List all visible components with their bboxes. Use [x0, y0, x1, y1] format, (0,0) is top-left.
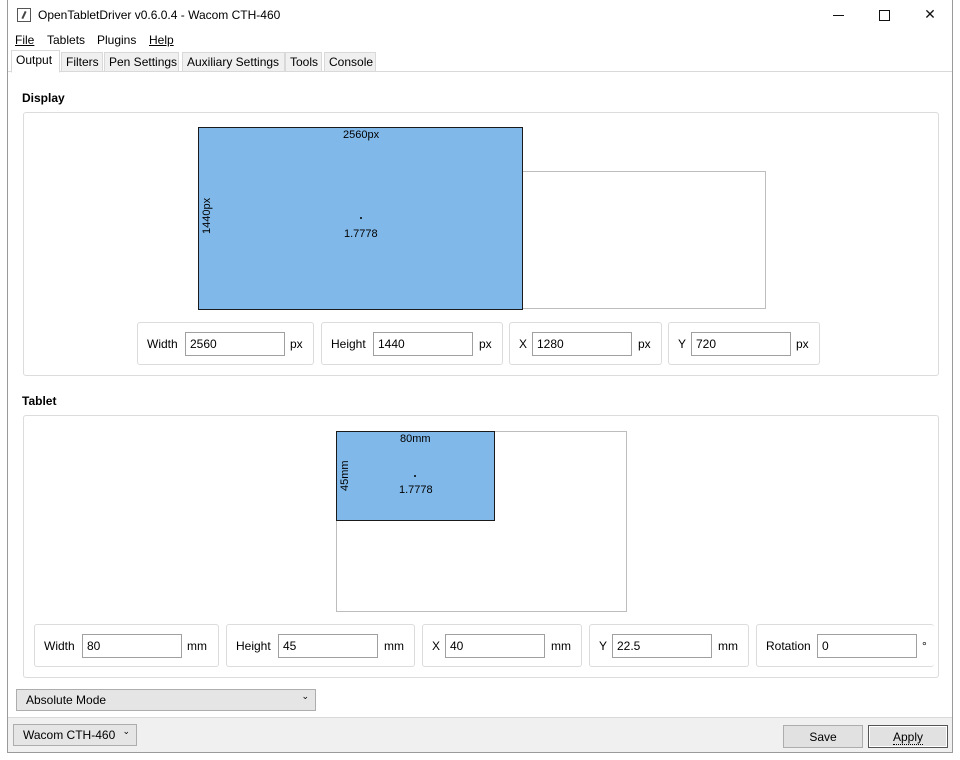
app-icon	[17, 8, 31, 22]
tablet-height-box: Height mm	[226, 624, 415, 667]
display-x-input[interactable]	[532, 332, 632, 356]
tablet-y-box: Y mm	[589, 624, 749, 667]
tablet-y-input[interactable]	[612, 634, 712, 658]
display-area-height-label: 1440px	[201, 197, 213, 234]
display-area-selection[interactable]: 2560px 1440px 1.7778	[198, 127, 523, 310]
bottom-bar: Wacom CTH-460 ⌄ Save Apply	[8, 717, 952, 752]
tablet-width-unit: mm	[187, 639, 207, 653]
apply-button[interactable]: Apply	[868, 725, 948, 748]
tab-strip: Output Filters Pen Settings Auxiliary Se…	[8, 50, 952, 73]
tablet-select-value: Wacom CTH-460	[23, 728, 116, 742]
display-width-box: Width px	[137, 322, 314, 365]
display-height-box: Height px	[321, 322, 503, 365]
display-y-box: Y px	[668, 322, 820, 365]
tablet-area-center-dot	[414, 475, 416, 477]
output-mode-value: Absolute Mode	[26, 693, 107, 707]
tablet-rotation-box: Rotation °	[756, 624, 934, 667]
save-button[interactable]: Save	[783, 725, 863, 748]
tablet-y-label: Y	[599, 639, 608, 653]
tablet-area-ratio: 1.7778	[399, 484, 433, 496]
tablet-width-box: Width mm	[34, 624, 219, 667]
menu-file[interactable]: File	[15, 33, 34, 47]
tablet-x-input[interactable]	[445, 634, 545, 658]
tablet-rotation-input[interactable]	[817, 634, 917, 658]
display-width-input[interactable]	[185, 332, 285, 356]
apply-button-label: Apply	[892, 730, 924, 745]
tablet-y-unit: mm	[718, 639, 738, 653]
chevron-down-icon: ⌄	[122, 727, 130, 737]
display-y-label: Y	[678, 337, 687, 351]
output-mode-select[interactable]: Absolute Mode ⌄	[16, 689, 316, 711]
display-height-input[interactable]	[373, 332, 473, 356]
tablet-height-input[interactable]	[278, 634, 378, 658]
save-button-label: Save	[809, 730, 837, 744]
display-y-input[interactable]	[691, 332, 791, 356]
tablet-area-group: 80mm 45mm 1.7778 Width mm Height mm X mm…	[23, 415, 939, 678]
menu-tablets[interactable]: Tablets	[47, 33, 85, 47]
tab-auxiliary-settings[interactable]: Auxiliary Settings	[182, 52, 285, 72]
tab-tools[interactable]: Tools	[285, 52, 322, 72]
display-width-unit: px	[290, 337, 303, 351]
menu-plugins[interactable]: Plugins	[97, 33, 136, 47]
tablet-rotation-unit: °	[922, 639, 927, 653]
display-area-ratio: 1.7778	[344, 228, 378, 240]
tablet-area-selection[interactable]: 80mm 45mm 1.7778	[336, 431, 495, 521]
tablet-x-unit: mm	[551, 639, 571, 653]
tablet-width-label: Width	[44, 639, 75, 653]
display-area-width-label: 2560px	[343, 129, 380, 141]
tablet-x-box: X mm	[422, 624, 582, 667]
minimize-button[interactable]	[815, 0, 861, 30]
maximize-icon	[878, 9, 890, 21]
menu-bar: File Tablets Plugins Help	[8, 31, 952, 51]
display-area-group: 2560px 1440px 1.7778 Width px Height px …	[23, 112, 939, 376]
tab-output[interactable]: Output	[11, 50, 60, 73]
tablet-section-title: Tablet	[22, 394, 57, 408]
tab-pen-settings[interactable]: Pen Settings	[104, 52, 179, 72]
tablet-area-height-label: 45mm	[339, 460, 351, 491]
display-x-unit: px	[638, 337, 651, 351]
chevron-down-icon: ⌄	[301, 692, 309, 702]
menu-help[interactable]: Help	[149, 33, 174, 47]
main-window: OpenTabletDriver v0.6.0.4 - Wacom CTH-46…	[7, 0, 953, 753]
display-height-unit: px	[479, 337, 492, 351]
display-area-center-dot	[360, 217, 362, 219]
tablet-area-width-label: 80mm	[400, 433, 431, 445]
display-section-title: Display	[22, 91, 65, 105]
tablet-x-label: X	[432, 639, 441, 653]
maximize-button[interactable]	[861, 0, 907, 30]
display-x-box: X px	[509, 322, 662, 365]
title-bar[interactable]: OpenTabletDriver v0.6.0.4 - Wacom CTH-46…	[8, 0, 952, 31]
minimize-icon	[832, 14, 844, 16]
tablet-height-label: Height	[236, 639, 271, 653]
display-y-unit: px	[796, 337, 809, 351]
tablet-select[interactable]: Wacom CTH-460 ⌄	[13, 724, 137, 746]
display-x-label: X	[519, 337, 528, 351]
display-height-label: Height	[331, 337, 366, 351]
tablet-width-input[interactable]	[82, 634, 182, 658]
tablet-rotation-label: Rotation	[766, 639, 811, 653]
display-width-label: Width	[147, 337, 178, 351]
tab-console[interactable]: Console	[324, 52, 376, 72]
close-button[interactable]: ✕	[907, 0, 953, 30]
tab-filters[interactable]: Filters	[61, 52, 103, 72]
tablet-height-unit: mm	[384, 639, 404, 653]
close-icon: ✕	[924, 7, 936, 23]
window-title: OpenTabletDriver v0.6.0.4 - Wacom CTH-46…	[38, 8, 281, 22]
